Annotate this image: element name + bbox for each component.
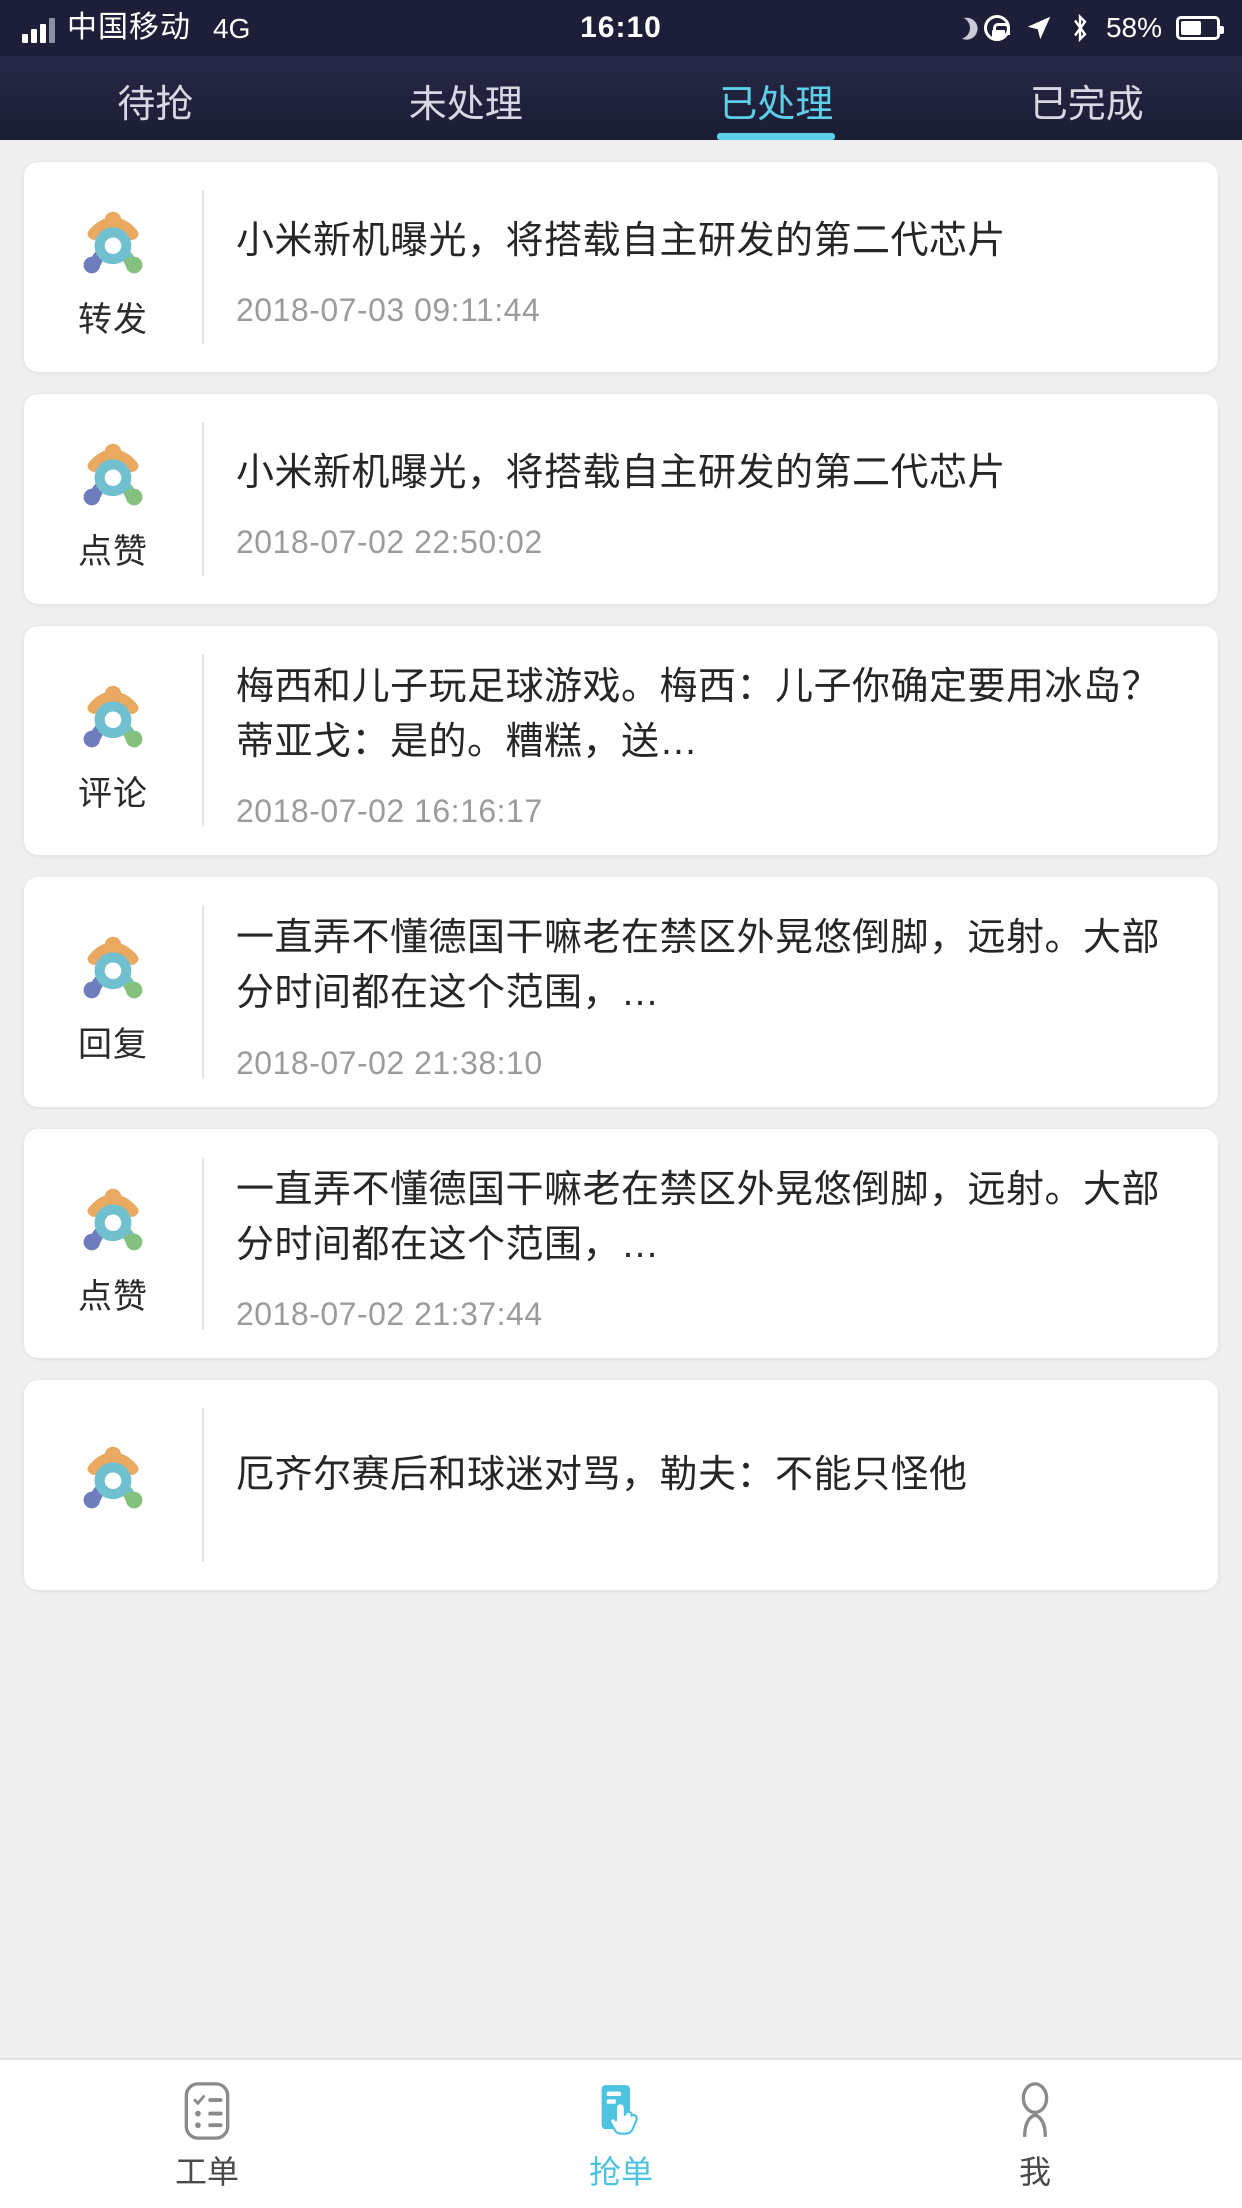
list-item[interactable]: 点赞 一直弄不懂德国干嘛老在禁区外晃悠倒脚，远射。大部分时间都在这个范围，… 2… bbox=[24, 1128, 1218, 1359]
card-type-label: 回复 bbox=[78, 1026, 148, 1065]
card-right: 一直弄不懂德国干嘛老在禁区外晃悠倒脚，远射。大部分时间都在这个范围，… 2018… bbox=[202, 905, 1218, 1081]
card-title: 一直弄不懂德国干嘛老在禁区外晃悠倒脚，远射。大部分时间都在这个范围，… bbox=[236, 917, 1161, 1015]
tab-label: 已完成 bbox=[1029, 84, 1144, 126]
card-left bbox=[24, 1408, 202, 1562]
card-title: 梅西和儿子玩足球游戏。梅西：儿子你确定要用冰岛？蒂亚戈：是的。糟糕，送… bbox=[236, 666, 1161, 763]
person-icon bbox=[1021, 2082, 1049, 2137]
card-timestamp: 2018-07-02 21:37:44 bbox=[236, 1296, 543, 1333]
clock-label: 16:10 bbox=[580, 11, 662, 44]
card-type-label: 转发 bbox=[78, 301, 148, 339]
card-right: 小米新机曝光，将搭载自主研发的第二代芯片 2018-07-02 22:50:02 bbox=[202, 422, 1218, 576]
card-title: 一直弄不懂德国干嘛老在禁区外晃悠倒脚，远射。大部分时间都在这个范围，… bbox=[236, 1168, 1161, 1266]
card-title: 厄齐尔赛后和球迷对骂，勒夫：不能只怪他 bbox=[236, 1453, 968, 1496]
list-item[interactable]: 回复 一直弄不懂德国干嘛老在禁区外晃悠倒脚，远射。大部分时间都在这个范围，… 2… bbox=[24, 877, 1218, 1107]
nav-item-gongdan[interactable]: 工单 bbox=[0, 2080, 414, 2188]
card-left: 点赞 bbox=[24, 1157, 202, 1330]
status-bar: 中国移动 4G 16:10 58% bbox=[0, 0, 1242, 56]
card-right: 小米新机曝光，将搭载自主研发的第二代芯片 2018-07-03 09:11:44 bbox=[202, 190, 1218, 344]
card-type-label: 点赞 bbox=[78, 1277, 148, 1316]
card-right: 一直弄不懂德国干嘛老在禁区外晃悠倒脚，远射。大部分时间都在这个范围，… 2018… bbox=[202, 1156, 1218, 1333]
tap-card-icon bbox=[601, 2085, 638, 2135]
card-timestamp: 2018-07-03 09:11:44 bbox=[236, 292, 541, 329]
rotation-lock-icon bbox=[983, 15, 1010, 41]
card-left: 回复 bbox=[24, 905, 202, 1078]
list-item[interactable]: 评论 梅西和儿子玩足球游戏。梅西：儿子你确定要用冰岛？蒂亚戈：是的。糟糕，送… … bbox=[24, 626, 1218, 856]
tab-label: 已处理 bbox=[719, 84, 834, 126]
list-item[interactable]: 转发 小米新机曝光，将搭载自主研发的第二代芯片 2018-07-03 09:11… bbox=[24, 162, 1218, 372]
nav-item-label: 工单 bbox=[174, 2154, 239, 2190]
community-logo-icon bbox=[67, 1432, 159, 1524]
card-timestamp: 2018-07-02 21:38:10 bbox=[236, 1044, 543, 1081]
tab-yichuli[interactable]: 已处理 bbox=[621, 56, 932, 140]
card-type-label: 评论 bbox=[78, 774, 148, 813]
battery-icon bbox=[1176, 16, 1224, 40]
card-left: 点赞 bbox=[24, 422, 202, 576]
order-list[interactable]: 转发 小米新机曝光，将搭载自主研发的第二代芯片 2018-07-03 09:11… bbox=[0, 140, 1242, 2058]
list-item[interactable]: 点赞 小米新机曝光，将搭载自主研发的第二代芯片 2018-07-02 22:50… bbox=[24, 394, 1218, 604]
nav-item-label: 抢单 bbox=[588, 2154, 653, 2190]
tab-label: 未处理 bbox=[408, 84, 523, 126]
tab-daiqiang[interactable]: 待抢 bbox=[0, 56, 311, 140]
community-logo-icon bbox=[67, 671, 159, 763]
community-logo-icon bbox=[67, 1174, 159, 1266]
card-title: 小米新机曝光，将搭载自主研发的第二代芯片 bbox=[236, 451, 1007, 494]
community-logo-icon bbox=[67, 197, 159, 289]
community-logo-icon bbox=[67, 922, 159, 1014]
tab-label: 待抢 bbox=[117, 84, 194, 126]
tab-yiwancheng[interactable]: 已完成 bbox=[932, 56, 1242, 140]
list-item[interactable]: 厄齐尔赛后和球迷对骂，勒夫：不能只怪他 bbox=[24, 1380, 1218, 1591]
card-left: 评论 bbox=[24, 654, 202, 827]
card-left: 转发 bbox=[24, 190, 202, 344]
nav-item-wo[interactable]: 我 bbox=[828, 2080, 1242, 2188]
bottom-navigation: 工单 抢单 我 bbox=[0, 2058, 1242, 2208]
card-type-label: 点赞 bbox=[78, 533, 148, 571]
card-right: 梅西和儿子玩足球游戏。梅西：儿子你确定要用冰岛？蒂亚戈：是的。糟糕，送… 201… bbox=[202, 654, 1218, 830]
card-right: 厄齐尔赛后和球迷对骂，勒夫：不能只怪他 bbox=[202, 1408, 1218, 1563]
card-title: 小米新机曝光，将搭载自主研发的第二代芯片 bbox=[236, 219, 1007, 262]
tab-weichuli[interactable]: 未处理 bbox=[311, 56, 622, 140]
tab-bar: 待抢 未处理 已处理 已完成 bbox=[0, 56, 1242, 140]
nav-item-qiangdan[interactable]: 抢单 bbox=[414, 2080, 828, 2188]
community-logo-icon bbox=[67, 429, 159, 521]
card-timestamp: 2018-07-02 16:16:17 bbox=[236, 793, 543, 830]
checklist-icon bbox=[184, 2082, 230, 2140]
card-timestamp: 2018-07-02 22:50:02 bbox=[236, 524, 543, 561]
nav-item-label: 我 bbox=[1018, 2154, 1051, 2190]
